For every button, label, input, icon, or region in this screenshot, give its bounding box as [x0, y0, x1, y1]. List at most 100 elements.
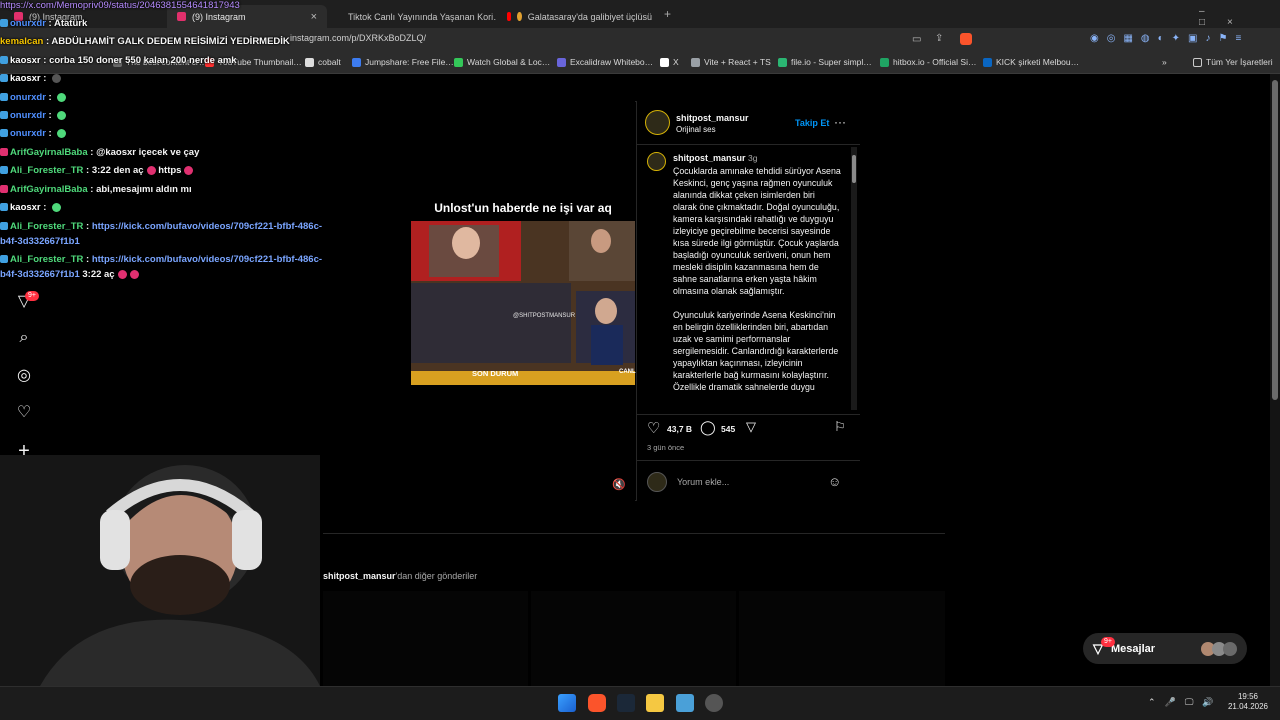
post-date: 3 gün önce [647, 443, 685, 452]
app-icon[interactable] [705, 694, 723, 712]
bookmark-item[interactable]: Watch Global & Loc… [454, 57, 550, 67]
follow-button[interactable]: Takip Et [795, 118, 829, 128]
taskbar [0, 686, 1280, 720]
chat-message: onurxdr : Atatürk [0, 18, 87, 29]
bookmark-icon [557, 57, 566, 67]
extensions-icons[interactable]: ◉◎▦◍◐✦▣♪⚑≡ [1090, 33, 1249, 44]
badge-icon [0, 19, 8, 28]
youtube-icon [507, 12, 512, 21]
caption-author[interactable]: shitpost_mansur [673, 153, 746, 163]
grid-post-thumbnail[interactable] [531, 591, 736, 686]
emote-icon [57, 128, 67, 138]
badge-icon [0, 255, 8, 264]
cast-icon[interactable]: ▭ [912, 34, 921, 45]
caption-avatar[interactable] [647, 152, 666, 171]
badge-icon [0, 93, 8, 102]
grid-post-thumbnail[interactable] [323, 591, 528, 686]
emote-icon [57, 92, 67, 102]
chat-message: kaosxr : [0, 73, 62, 84]
new-tab-icon[interactable]: + [664, 7, 671, 21]
comment-input[interactable]: Yorum ekle... [677, 477, 729, 487]
steam-icon[interactable] [617, 694, 635, 712]
divider [636, 144, 860, 145]
tab-galatasaray[interactable]: Galatasaray'da galibiyet üçlüsü [497, 5, 662, 28]
emote-icon [117, 269, 127, 279]
bookmark-item[interactable]: Vite + React + TS [691, 57, 771, 67]
search-icon[interactable]: ⌕ [14, 328, 34, 348]
close-tab-icon[interactable]: × [311, 11, 317, 23]
like-count: 43,7 B [667, 424, 693, 434]
badge-icon [0, 129, 8, 138]
emote-icon [57, 110, 67, 120]
bookmark-item[interactable]: Excalidraw Whitebo… [557, 57, 653, 67]
divider [323, 533, 945, 534]
more-options-icon[interactable]: ··· [834, 115, 846, 129]
instagram-icon [177, 12, 186, 21]
comment-icon[interactable]: ◯ [700, 419, 716, 436]
chat-message: Ali_Forester_TR : https://kick.com/bufav… [0, 254, 322, 265]
message-avatars [1201, 641, 1237, 656]
speaker-icon [517, 12, 522, 21]
notification-badge: 9+ [25, 291, 39, 301]
clock[interactable]: 19:56 21.04.2026 [1222, 692, 1274, 712]
bookmark-icon [305, 57, 314, 67]
bookmarks-overflow-icon[interactable]: » [1162, 57, 1167, 67]
app-icon[interactable] [676, 694, 694, 712]
brave-shield-icon[interactable] [960, 33, 972, 45]
emote-icon [146, 165, 156, 175]
badge-icon [0, 203, 8, 212]
x-icon [660, 57, 669, 67]
emote-icon [184, 165, 194, 175]
explore-icon[interactable]: ◎ [14, 366, 34, 386]
audio-label[interactable]: Orijinal ses [676, 125, 716, 134]
heart-icon[interactable]: ♡ [14, 403, 34, 423]
bookmark-icon [691, 57, 700, 67]
more-posts-heading: shitpost_mansur'dan diğer gönderiler [323, 571, 478, 581]
badge-icon [0, 222, 8, 231]
bookmark-item[interactable]: hitbox.io - Official Si… [880, 57, 976, 67]
bookmark-icon [778, 57, 787, 67]
comment-count: 545 [721, 424, 736, 434]
chat-link[interactable]: https://x.com/Memopriv09/status/20463815… [0, 0, 240, 11]
tab-tiktok[interactable]: Tiktok Canlı Yayınında Yaşanan Kori… [332, 5, 497, 28]
like-icon[interactable]: ♡ [647, 419, 660, 437]
bookmark-item[interactable]: Jumpshare: Free File… [352, 57, 454, 67]
system-tray-icons[interactable]: ⌃🎤🖵🔊 [1148, 697, 1223, 708]
url-field[interactable]: instagram.com/p/DXRKxBoDZLQ/ [290, 33, 426, 43]
share-icon[interactable]: ⇪ [935, 33, 943, 44]
avatar [1223, 641, 1237, 656]
chat-message: Ali_Forester_TR : https://kick.com/bufav… [0, 221, 322, 232]
news-ticker-live: CANL [619, 369, 636, 375]
chat-message: Ali_Forester_TR : 3:22 den aç https [0, 165, 194, 176]
bookmark-item[interactable]: file.io - Super simpl… [778, 57, 872, 67]
all-bookmarks[interactable]: Tüm Yer İşaretleri [1193, 57, 1273, 67]
window-controls[interactable]: –□× [1199, 6, 1280, 28]
author-avatar[interactable] [645, 110, 670, 135]
bookmark-item[interactable]: cobalt [305, 57, 341, 67]
caption-scrollbar-thumb[interactable] [852, 155, 856, 183]
share-icon[interactable]: ▽ [746, 419, 756, 435]
chat-message: ArifGayirnalBaba : abi,mesajımı aldın mı [0, 184, 192, 195]
caption-age: 3g [748, 153, 758, 163]
badge-icon [0, 56, 8, 65]
video-caption: Unlost'un haberde ne işi var aq [434, 201, 612, 215]
bookmark-icon [454, 57, 463, 67]
file-explorer-icon[interactable] [646, 694, 664, 712]
windows-start-icon[interactable] [558, 694, 576, 712]
author-name[interactable]: shitpost_mansur [676, 113, 749, 123]
grid-post-thumbnail[interactable] [739, 591, 945, 686]
emoji-icon[interactable]: ☺ [828, 474, 841, 489]
brave-browser-icon[interactable] [588, 694, 606, 712]
bookmark-item[interactable]: X [660, 57, 679, 67]
bookmark-icon[interactable]: ⚐ [834, 419, 846, 435]
news-ticker: SON DURUM [472, 369, 519, 378]
mute-icon[interactable]: 🔇 [612, 478, 626, 491]
page-scrollbar-thumb[interactable] [1272, 80, 1278, 400]
chat-message: kemalcan : ABDÜLHAMİT GALK DEDEM REİSİMİ… [0, 36, 290, 47]
bookmark-item[interactable]: KICK şirketi Melbou… [983, 57, 1079, 67]
emote-icon [52, 202, 62, 212]
streamer-image [0, 455, 320, 686]
badge-icon [0, 111, 8, 120]
badge-icon [0, 148, 8, 157]
caption-scrollbar[interactable] [851, 147, 857, 410]
